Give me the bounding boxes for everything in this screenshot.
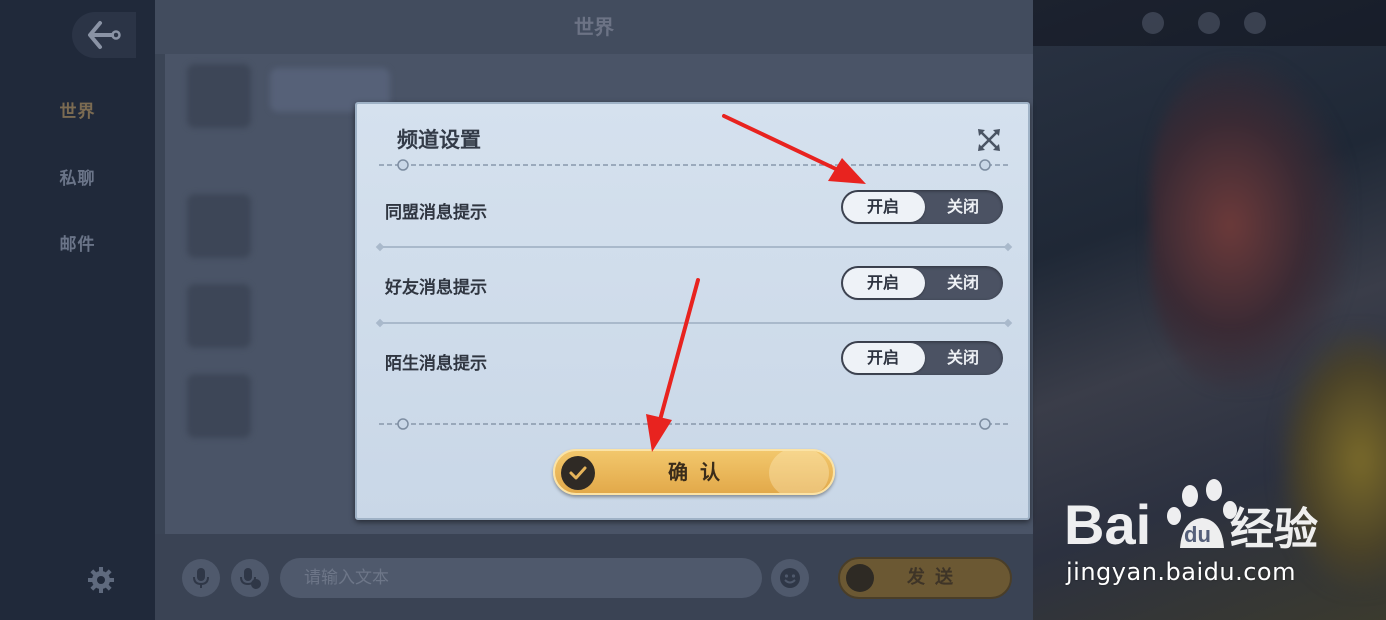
wifi-icon — [1198, 12, 1220, 34]
sidebar-item-private-chat[interactable]: 私聊 — [0, 164, 155, 189]
row-divider — [379, 322, 1009, 324]
row-divider — [379, 246, 1009, 248]
stranger-notify-toggle[interactable]: 开启 关闭 — [841, 341, 1003, 375]
channel-settings-dialog: 频道设置 同盟消息提示 开启 关闭 好友消息提示 开启 关闭 陌生消息提示 开启… — [355, 102, 1030, 520]
toggle-on-option[interactable]: 开启 — [843, 266, 923, 300]
send-button[interactable]: 发送 — [838, 557, 1012, 599]
sidebar-item-world[interactable]: 世界 — [0, 97, 155, 122]
ornament-divider — [379, 159, 1009, 171]
settings-icon — [1244, 12, 1266, 34]
friend-notify-toggle[interactable]: 开启 关闭 — [841, 266, 1003, 300]
confirm-button[interactable]: 确认 — [553, 449, 835, 495]
toggle-off-option[interactable]: 关闭 — [923, 266, 1003, 300]
back-button[interactable] — [72, 12, 136, 58]
voice-button[interactable] — [182, 559, 220, 597]
gear-icon[interactable] — [87, 566, 115, 594]
svg-text:du: du — [1184, 522, 1211, 547]
ornament-divider — [379, 418, 1009, 430]
emoji-button[interactable] — [771, 559, 809, 597]
confirm-button-label: 确认 — [668, 460, 732, 484]
avatar — [187, 194, 251, 258]
friend-notify-label: 好友消息提示 — [385, 278, 487, 298]
toggle-off-option[interactable]: 关闭 — [923, 341, 1003, 375]
stranger-notify-label: 陌生消息提示 — [385, 354, 487, 374]
chat-text-input[interactable] — [280, 558, 762, 598]
left-sidebar: 世界 私聊 邮件 — [0, 0, 155, 620]
watermark-url: jingyan.baidu.com — [1066, 558, 1296, 586]
dialog-title: 频道设置 — [397, 128, 481, 152]
microphone-text-icon — [240, 568, 261, 589]
voice-to-text-button[interactable] — [231, 559, 269, 597]
status-icon — [1142, 12, 1164, 34]
sidebar-item-mail[interactable]: 邮件 — [0, 230, 155, 255]
avatar — [187, 64, 251, 128]
svg-text:Bai: Bai — [1064, 493, 1151, 556]
back-arrow-icon — [88, 21, 121, 49]
avatar — [187, 284, 251, 348]
toggle-off-option[interactable]: 关闭 — [923, 190, 1003, 224]
smiley-icon — [780, 568, 800, 588]
close-icon[interactable] — [975, 126, 1003, 154]
toggle-on-option[interactable]: 开启 — [843, 190, 923, 224]
microphone-icon — [193, 568, 209, 588]
alliance-notify-toggle[interactable]: 开启 关闭 — [841, 190, 1003, 224]
avatar — [187, 374, 251, 438]
svg-text:经验: 经验 — [1230, 504, 1318, 555]
send-button-label: 发送 — [907, 567, 963, 588]
scene-top-bar — [1030, 0, 1386, 46]
toggle-on-option[interactable]: 开启 — [843, 341, 923, 375]
chat-title: 世界 — [155, 0, 1033, 54]
alliance-notify-label: 同盟消息提示 — [385, 203, 487, 223]
